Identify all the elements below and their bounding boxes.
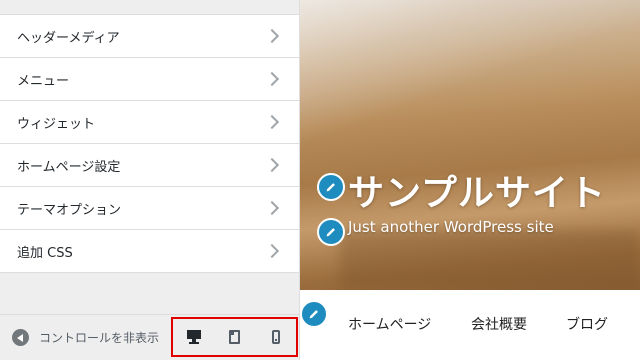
- nav-item-about[interactable]: 会社概要: [471, 314, 527, 334]
- customizer-panel: ヘッダーメディア メニュー ウィジェット ホームページ設定 テーマオプション 追…: [0, 0, 300, 360]
- desktop-icon: [186, 330, 201, 344]
- preview-mobile-button[interactable]: [264, 325, 288, 349]
- chevron-right-icon: [264, 200, 280, 216]
- sidebar-item-label: ウィジェット: [17, 116, 96, 132]
- collapse-sidebar-button[interactable]: コントロールを非表示: [0, 329, 159, 346]
- nav-item-home[interactable]: ホームページ: [348, 314, 431, 334]
- chevron-right-icon: [264, 71, 280, 87]
- sidebar-item-additional-css[interactable]: 追加 CSS: [0, 230, 299, 273]
- sidebar-item-theme-options[interactable]: テーマオプション: [0, 187, 299, 230]
- nav-item-blog[interactable]: ブログ: [566, 314, 608, 334]
- edit-tagline-pencil-icon[interactable]: [317, 218, 345, 246]
- header-image: サンプルサイト Just another WordPress site: [300, 0, 640, 290]
- chevron-right-icon: [264, 157, 280, 173]
- preview-desktop-button[interactable]: [182, 325, 206, 349]
- chevron-right-icon: [264, 243, 280, 259]
- chevron-right-icon: [264, 28, 280, 44]
- site-preview: サンプルサイト Just another WordPress site ホームペ…: [300, 0, 640, 360]
- site-tagline: Just another WordPress site: [348, 218, 554, 236]
- sidebar-item-label: ホームページ設定: [17, 159, 121, 175]
- edit-menu-pencil-icon[interactable]: [300, 300, 328, 328]
- preview-tablet-button[interactable]: [223, 325, 247, 349]
- collapse-sidebar-label: コントロールを非表示: [39, 331, 160, 345]
- sidebar-item-label: テーマオプション: [17, 202, 122, 218]
- sidebar-item-homepage-settings[interactable]: ホームページ設定: [0, 144, 299, 187]
- customizer-menu: ヘッダーメディア メニュー ウィジェット ホームページ設定 テーマオプション 追…: [0, 14, 299, 273]
- collapse-arrow-icon: [12, 329, 29, 346]
- chevron-right-icon: [264, 114, 280, 130]
- primary-navigation: ホームページ 会社概要 ブログ: [300, 290, 640, 360]
- sidebar-item-menus[interactable]: メニュー: [0, 58, 299, 101]
- sidebar-item-header-media[interactable]: ヘッダーメディア: [0, 15, 299, 58]
- device-preview-switcher: [171, 317, 298, 357]
- customizer-footer: コントロールを非表示: [0, 314, 299, 360]
- edit-site-title-pencil-icon[interactable]: [317, 173, 345, 201]
- sidebar-item-widgets[interactable]: ウィジェット: [0, 101, 299, 144]
- tablet-icon: [229, 330, 240, 344]
- mobile-icon: [271, 330, 280, 344]
- sidebar-item-label: ヘッダーメディア: [17, 30, 120, 46]
- site-title: サンプルサイト: [348, 173, 606, 214]
- sidebar-item-label: 追加 CSS: [17, 245, 73, 261]
- sidebar-item-label: メニュー: [17, 73, 70, 89]
